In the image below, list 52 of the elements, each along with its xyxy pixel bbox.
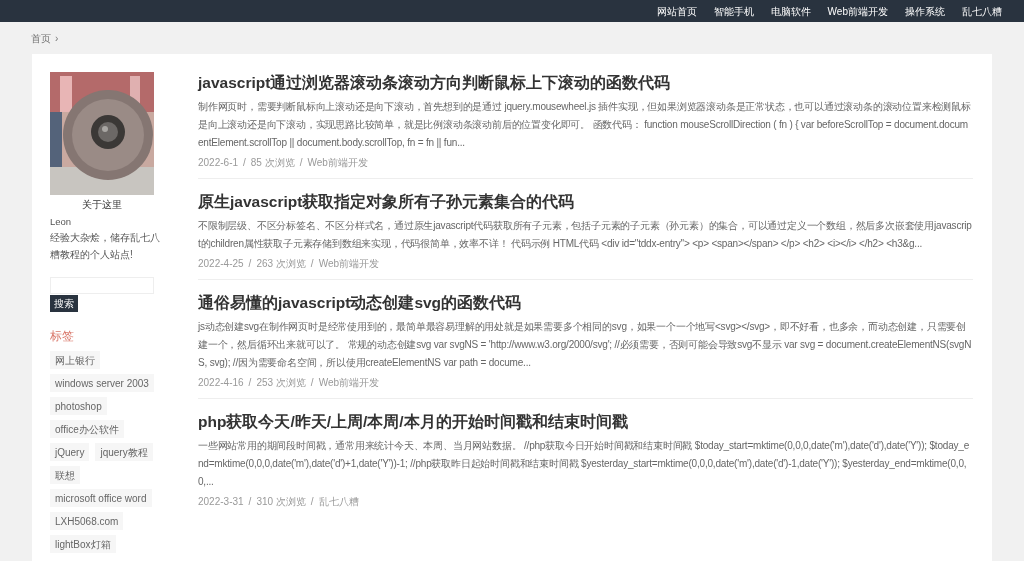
meta-separator: / [310, 257, 314, 271]
tag-link[interactable]: office办公软件 [50, 420, 124, 439]
nav-link[interactable]: 网站首页 [656, 3, 697, 19]
category-link[interactable]: Web前端开发 [307, 155, 368, 170]
meta-separator: / [248, 257, 252, 271]
tag-link[interactable]: jQuery [50, 443, 90, 462]
meta-separator: / [248, 376, 252, 390]
article-title[interactable]: 通俗易懂的javascript动态创建svg的函数代码 [198, 292, 973, 314]
category-link[interactable]: Web前端开发 [318, 375, 379, 390]
tag-link[interactable]: 网上银行 [50, 351, 100, 370]
tags-heading: 标签 [50, 328, 75, 346]
nav-link[interactable]: Web前端开发 [827, 3, 888, 19]
tag-link[interactable]: jquery教程 [95, 443, 153, 462]
meta-separator: / [310, 495, 314, 509]
meta-separator: / [243, 156, 246, 170]
tag-link[interactable]: 联想 [50, 466, 80, 485]
author-name: Leon [50, 215, 73, 229]
site-description: 经验大杂烩，储存乱七八糟教程的个人站点! [50, 231, 161, 263]
tag-link[interactable]: windows server 2003 [50, 374, 154, 393]
view-count: 85 次浏览 [250, 156, 295, 170]
article-date: 2022-4-25 [198, 257, 244, 271]
search-field[interactable] [50, 277, 154, 295]
nav-link[interactable]: 乱七八糟 [962, 3, 1002, 19]
article-excerpt: 不限制层级、不区分标签名、不区分样式名，通过原生javascript代码获取所有子元素，包括子元素的子元素（孙元素）的集合，可以通过定义一个数组，然后多次嵌套使用javascript的children属性获取子元素存储到数组来实现，代码很简单，效率不详！ 代码示例 HTML代码 <div id="tddx-entry"> <p> <span></span> </p> <h2> <i></i> </h2> <h3&g... [198, 219, 973, 251]
tag-link[interactable]: LXH5068.com [50, 512, 124, 531]
breadcrumb-link[interactable]: 首页 [31, 30, 51, 46]
meta-separator: / [248, 495, 252, 509]
article-date: 2022-3-31 [198, 495, 244, 509]
view-count: 310 次浏览 [256, 495, 306, 509]
article-date: 2022-6-1 [198, 156, 239, 170]
meta-separator: / [299, 156, 303, 170]
meta-separator: / [310, 376, 314, 390]
tag-link[interactable]: lightBox灯箱 [50, 535, 116, 554]
article-title[interactable]: php获取今天/昨天/上周/本周/本月的开始时间戳和结束时间戳 [198, 411, 973, 433]
article-excerpt: 一些网站常用的期间段时间戳，通常用来统计今天、本周、当月网站数据。 //php获取今日开始时间戳和结束时间戳 $today_start=mktime(0,0,0,date('m'),date('d'),date('Y')); $today_end=mktime(0,0,0,date('m'),date('d')+1,date('Y'))-1; //php获取昨日起始时间戳和结束时间戳 $yesterday_start=mktime(0,0,0,date('m'),date('d')-1,date('Y')); $yesterday_end=mktime(0,0,0,... [198, 439, 971, 489]
category-link[interactable]: 乱七八糟 [318, 494, 359, 509]
article-title[interactable]: javascript通过浏览器滚动条滚动方向判断鼠标上下滚动的函数代码 [198, 72, 973, 94]
nav-link[interactable]: 电脑软件 [770, 3, 811, 19]
view-count: 263 次浏览 [256, 257, 306, 271]
category-link[interactable]: Web前端开发 [318, 256, 379, 271]
view-count: 253 次浏览 [256, 376, 306, 390]
article-excerpt: js动态创建svg在制作网页时是经常使用到的，最简单最容易理解的用处就是如果需要多个相同的svg，如果一个一个地写<svg></svg>，即不好看，也多余，而动态创建，只需要创建一个，然后循环出来就可以了。 常规的动态创建svg var svgNS = 'http://www.w3.org/2000/svg'; //必须需要，否则可能会导致svg不显示 var svg = document.createElementNS(svgNS, svg); //因为需要命名空间，所以使用createElementNS var path = docume... [198, 320, 973, 370]
search-button[interactable]: 搜索 [50, 295, 78, 313]
article-date: 2022-4-16 [198, 376, 244, 390]
nav-link[interactable]: 智能手机 [713, 3, 754, 19]
tag-link[interactable]: photoshop [50, 397, 107, 416]
article-excerpt: 制作网页时，需要判断鼠标向上滚动还是向下滚动，首先想到的是通过 jquery.mousewheel.js 插件实现，但如果浏览器滚动条是正常状态，也可以通过滚动条的滚动位置来检测鼠标是向上滚动还是向下滚动，实现思路比较简单，就是比例滚动条滚动前后的位置变化即可。 函数代码： function mouseScrollDirection ( fn ) { var beforeScrollTop = document.documentElement.scrollTop || document.body.scrollTop, fn = fn || fun... [198, 100, 972, 150]
article-title[interactable]: 原生javascript获取指定对象所有子孙元素集合的代码 [198, 191, 973, 213]
image-caption: 关于这里 [81, 198, 123, 212]
nav-link[interactable]: 操作系统 [905, 3, 945, 19]
breadcrumb-separator: › [55, 31, 59, 46]
tag-link[interactable]: microsoft office word [50, 489, 152, 508]
